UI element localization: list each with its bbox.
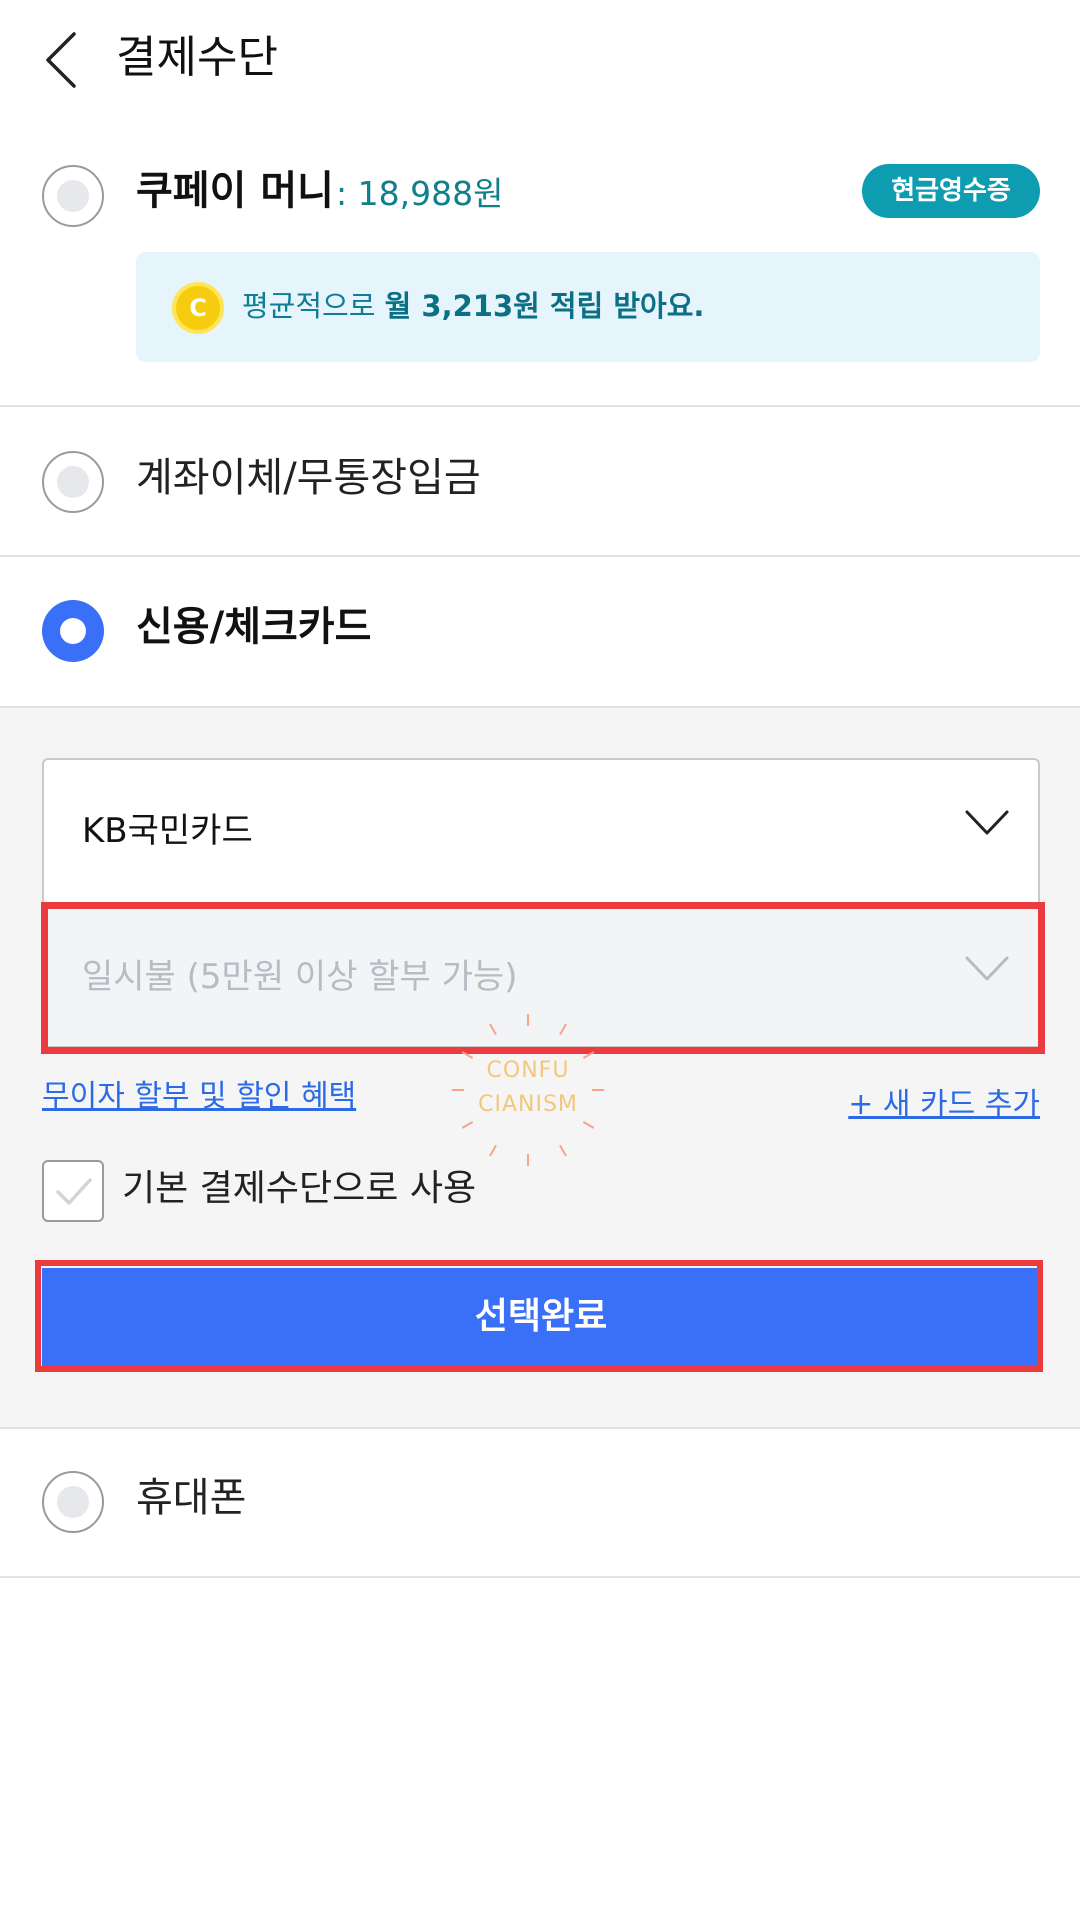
card-company-select[interactable]: KB국민카드 (42, 758, 1040, 904)
coin-letter: C (189, 294, 207, 322)
chevron-down-icon (965, 810, 1009, 835)
watermark-ray (559, 1023, 567, 1036)
watermark-ray (461, 1121, 474, 1129)
radio-credit-card[interactable] (42, 600, 104, 662)
reward-text: 평균적으로 월 3,213원 적립 받아요. (242, 284, 704, 328)
radio-coupay-money[interactable] (42, 165, 104, 227)
reward-prefix: 평균적으로 (242, 289, 385, 323)
divider (0, 555, 1080, 557)
radio-phone[interactable] (42, 1471, 104, 1533)
page-title: 결제수단 (116, 32, 278, 83)
credit-card-label[interactable]: 신용/체크카드 (136, 601, 371, 653)
header: 결제수단 (0, 0, 1080, 120)
installment-benefit-link[interactable]: 무이자 할부 및 할인 혜택 (42, 1076, 356, 1118)
default-payment-checkbox[interactable] (42, 1160, 104, 1222)
coupay-money-label: 쿠페이 머니 (136, 168, 334, 214)
phone-label[interactable]: 휴대폰 (136, 1472, 246, 1524)
watermark-ray (592, 1089, 604, 1091)
watermark-ray (452, 1089, 464, 1091)
watermark-ray (559, 1144, 567, 1157)
cash-receipt-badge[interactable]: 현금영수증 (862, 164, 1040, 218)
radio-dot (57, 1486, 89, 1518)
watermark-text-1: CONFU (486, 1058, 570, 1083)
watermark-ray (489, 1023, 497, 1036)
divider (0, 1576, 1080, 1578)
radio-dot (57, 180, 89, 212)
reward-amount: 월 3,213원 적립 받아요. (384, 289, 705, 323)
radio-bank-transfer[interactable] (42, 451, 104, 513)
back-button[interactable] (40, 28, 90, 92)
radio-dot (60, 618, 86, 644)
divider (0, 1427, 1080, 1429)
watermark: CONFU CIANISM (448, 1010, 608, 1170)
watermark-ray (527, 1014, 529, 1026)
radio-dot (57, 466, 89, 498)
default-payment-label[interactable]: 기본 결제수단으로 사용 (122, 1164, 476, 1214)
chevron-left-icon (46, 32, 76, 88)
watermark-ray (489, 1144, 497, 1157)
add-new-card-link[interactable]: + 새 카드 추가 (848, 1084, 1040, 1126)
highlight-confirm-button (35, 1260, 1043, 1372)
checkmark-icon (56, 1178, 92, 1205)
divider (0, 405, 1080, 407)
coin-icon: C (172, 282, 224, 334)
watermark-ray (582, 1121, 595, 1129)
watermark-ray (527, 1154, 529, 1166)
bank-transfer-label[interactable]: 계좌이체/무통장입금 (136, 452, 481, 504)
reward-info-box: C 평균적으로 월 3,213원 적립 받아요. (136, 252, 1040, 362)
coupay-balance: : 18,988원 (336, 174, 504, 213)
watermark-text-2: CIANISM (478, 1092, 578, 1117)
card-company-value: KB국민카드 (82, 811, 253, 851)
